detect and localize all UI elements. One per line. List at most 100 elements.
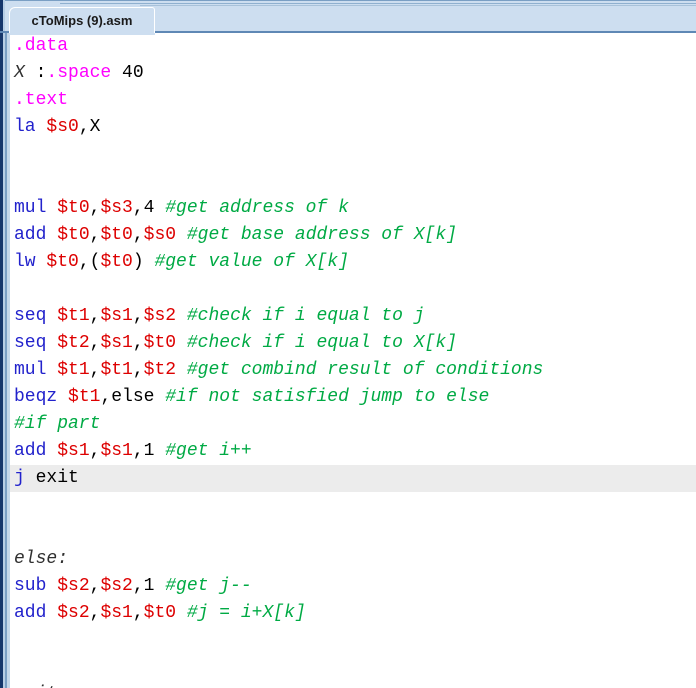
code-line[interactable]: seq $t1,$s1,$s2 #check if i equal to j xyxy=(10,303,696,330)
code-token-instr: lw xyxy=(14,252,36,272)
code-token-reg: $t1 xyxy=(57,360,90,380)
code-token-cmt: #get address of k xyxy=(165,198,349,218)
code-line[interactable]: add $t0,$t0,$s0 #get base address of X[k… xyxy=(10,222,696,249)
code-editor-window: cToMips (9).asm .data X :.space 40 .text la… xyxy=(0,0,696,688)
code-line[interactable]: else: xyxy=(10,546,696,573)
code-line[interactable]: sub $s2,$s2,1 #get j-- xyxy=(10,573,696,600)
code-token-instr: add xyxy=(14,603,47,623)
tab-label: cToMips (9).asm xyxy=(31,13,133,28)
code-token-reg: $t0 xyxy=(57,225,90,245)
code-line[interactable]: seq $t2,$s1,$t0 #check if i equal to X[k… xyxy=(10,330,696,357)
code-token-plain: , xyxy=(89,306,101,326)
code-line[interactable] xyxy=(10,276,696,303)
code-token-instr: seq xyxy=(14,333,47,353)
code-token-plain: ,X xyxy=(78,117,101,137)
code-token-instr: add xyxy=(14,225,47,245)
code-token-plain: , xyxy=(132,603,144,623)
code-token-dir: .data xyxy=(14,36,69,56)
code-line[interactable]: X :.space 40 xyxy=(10,60,696,87)
code-token-reg: $t0 xyxy=(100,252,133,272)
code-token-cmt: #get i++ xyxy=(165,441,252,461)
code-token-cmt: #check if i equal to X[k] xyxy=(186,333,457,353)
code-token-cmt: #if part xyxy=(14,414,101,434)
code-line[interactable]: #if part xyxy=(10,411,696,438)
code-token-cmt: #get base address of X[k] xyxy=(186,225,457,245)
code-token-label: exit: xyxy=(14,684,68,688)
code-token-plain: , xyxy=(89,441,101,461)
code-line[interactable]: mul $t0,$s3,4 #get address of k xyxy=(10,195,696,222)
code-token-reg: $t0 xyxy=(57,198,90,218)
code-token-reg: $s2 xyxy=(57,603,90,623)
window-left-edge-light xyxy=(3,0,5,33)
code-token-plain: , xyxy=(89,360,101,380)
code-token-reg: $t0 xyxy=(143,333,177,353)
code-token-plain: , xyxy=(89,603,101,623)
code-line[interactable] xyxy=(10,627,696,654)
code-text-area[interactable]: .data X :.space 40 .text la $s0,X mul $t0,$… xyxy=(10,33,696,688)
code-token-cmt: #get value of X[k] xyxy=(154,252,349,272)
tab-ctomips-asm[interactable]: cToMips (9).asm xyxy=(9,7,155,35)
code-token-instr: j xyxy=(14,468,25,488)
code-token-reg: $t1 xyxy=(57,306,90,326)
code-token-reg: $s1 xyxy=(100,441,133,461)
code-token-plain: 40 xyxy=(111,63,144,83)
code-token-instr: mul xyxy=(14,360,47,380)
code-token-reg: $s1 xyxy=(100,603,133,623)
code-token-reg: $s1 xyxy=(100,333,133,353)
code-line[interactable]: lw $t0,($t0) #get value of X[k] xyxy=(10,249,696,276)
code-token-instr: la xyxy=(14,117,36,137)
code-token-reg: $s1 xyxy=(57,441,90,461)
code-line[interactable] xyxy=(10,168,696,195)
code-token-plain: , xyxy=(132,306,144,326)
code-token-reg: $t1 xyxy=(68,387,101,407)
code-line[interactable]: mul $t1,$t1,$t2 #get combind result of c… xyxy=(10,357,696,384)
code-token-dir: .space xyxy=(46,63,112,83)
code-line[interactable] xyxy=(10,654,696,681)
code-token-cmt: #j = i+X[k] xyxy=(186,603,306,623)
code-token-cmt: #get combind result of conditions xyxy=(186,360,544,380)
code-line[interactable]: la $s0,X xyxy=(10,114,696,141)
code-token-plain: , xyxy=(132,333,144,353)
code-token-dir: .text xyxy=(14,90,69,110)
code-token-plain: ,1 xyxy=(132,441,166,461)
code-line[interactable]: exit: xyxy=(10,681,696,688)
code-line[interactable]: add $s1,$s1,1 #get i++ xyxy=(10,438,696,465)
code-token-instr: seq xyxy=(14,306,47,326)
code-token-plain: ,( xyxy=(78,252,101,272)
code-token-plain: , xyxy=(132,360,144,380)
code-token-reg: $t2 xyxy=(57,333,90,353)
tab-strip: cToMips (9).asm xyxy=(0,0,696,35)
code-line[interactable]: .data xyxy=(10,33,696,60)
code-line[interactable] xyxy=(10,141,696,168)
code-token-instr: sub xyxy=(14,576,47,596)
code-line[interactable]: j exit xyxy=(10,465,696,492)
code-token-cmt: #get j-- xyxy=(165,576,252,596)
code-line[interactable] xyxy=(10,519,696,546)
code-line[interactable]: .text xyxy=(10,87,696,114)
code-token-reg: $s2 xyxy=(100,576,133,596)
code-token-reg: $s2 xyxy=(143,306,177,326)
editor-pane[interactable]: .data X :.space 40 .text la $s0,X mul $t0,$… xyxy=(0,33,696,688)
code-token-plain: , xyxy=(89,225,101,245)
window-chrome-line-second xyxy=(60,3,696,4)
code-token-label: else: xyxy=(14,549,69,569)
code-token-reg: $t0 xyxy=(46,252,79,272)
code-line[interactable]: beqz $t1,else #if not satisfied jump to … xyxy=(10,384,696,411)
code-token-plain: , xyxy=(89,576,101,596)
code-line[interactable]: add $s2,$s1,$t0 #j = i+X[k] xyxy=(10,600,696,627)
code-line[interactable] xyxy=(10,492,696,519)
code-token-plain: exit xyxy=(24,468,79,488)
code-token-reg: $s1 xyxy=(100,306,133,326)
